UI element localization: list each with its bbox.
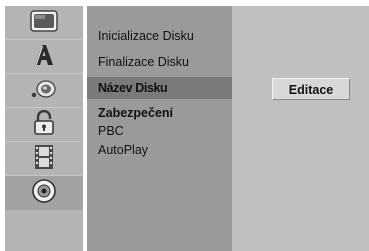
sidebar-item-picture[interactable] xyxy=(5,6,83,40)
menu-item-autoplay[interactable]: AutoPlay xyxy=(87,139,232,161)
sidebar-item-disc[interactable] xyxy=(5,176,83,210)
tv-screen-icon xyxy=(30,9,58,38)
sidebar-item-lock[interactable] xyxy=(5,108,83,142)
sidebar-item-language[interactable] xyxy=(5,40,83,74)
disc-menu-panel: Inicializace Disku Finalizace Disku Náze… xyxy=(87,6,232,251)
menu-item-disc-name[interactable]: Název Disku xyxy=(87,77,232,99)
sidebar-item-audio[interactable] xyxy=(5,74,83,108)
letter-a-icon xyxy=(32,43,56,72)
film-strip-icon xyxy=(33,144,55,175)
disc-icon xyxy=(31,178,57,209)
edit-button[interactable]: Editace xyxy=(272,78,350,100)
menu-item-initialize-disc[interactable]: Inicializace Disku xyxy=(87,25,232,47)
sidebar-item-recording[interactable] xyxy=(5,142,83,176)
option-panel: Editace xyxy=(232,6,369,251)
menu-item-finalize-disc[interactable]: Finalizace Disku xyxy=(87,51,232,73)
speaker-icon xyxy=(30,78,58,105)
padlock-icon xyxy=(32,109,56,141)
category-sidebar xyxy=(5,6,83,251)
dvd-setup-screen: Inicializace Disku Finalizace Disku Náze… xyxy=(0,0,369,251)
